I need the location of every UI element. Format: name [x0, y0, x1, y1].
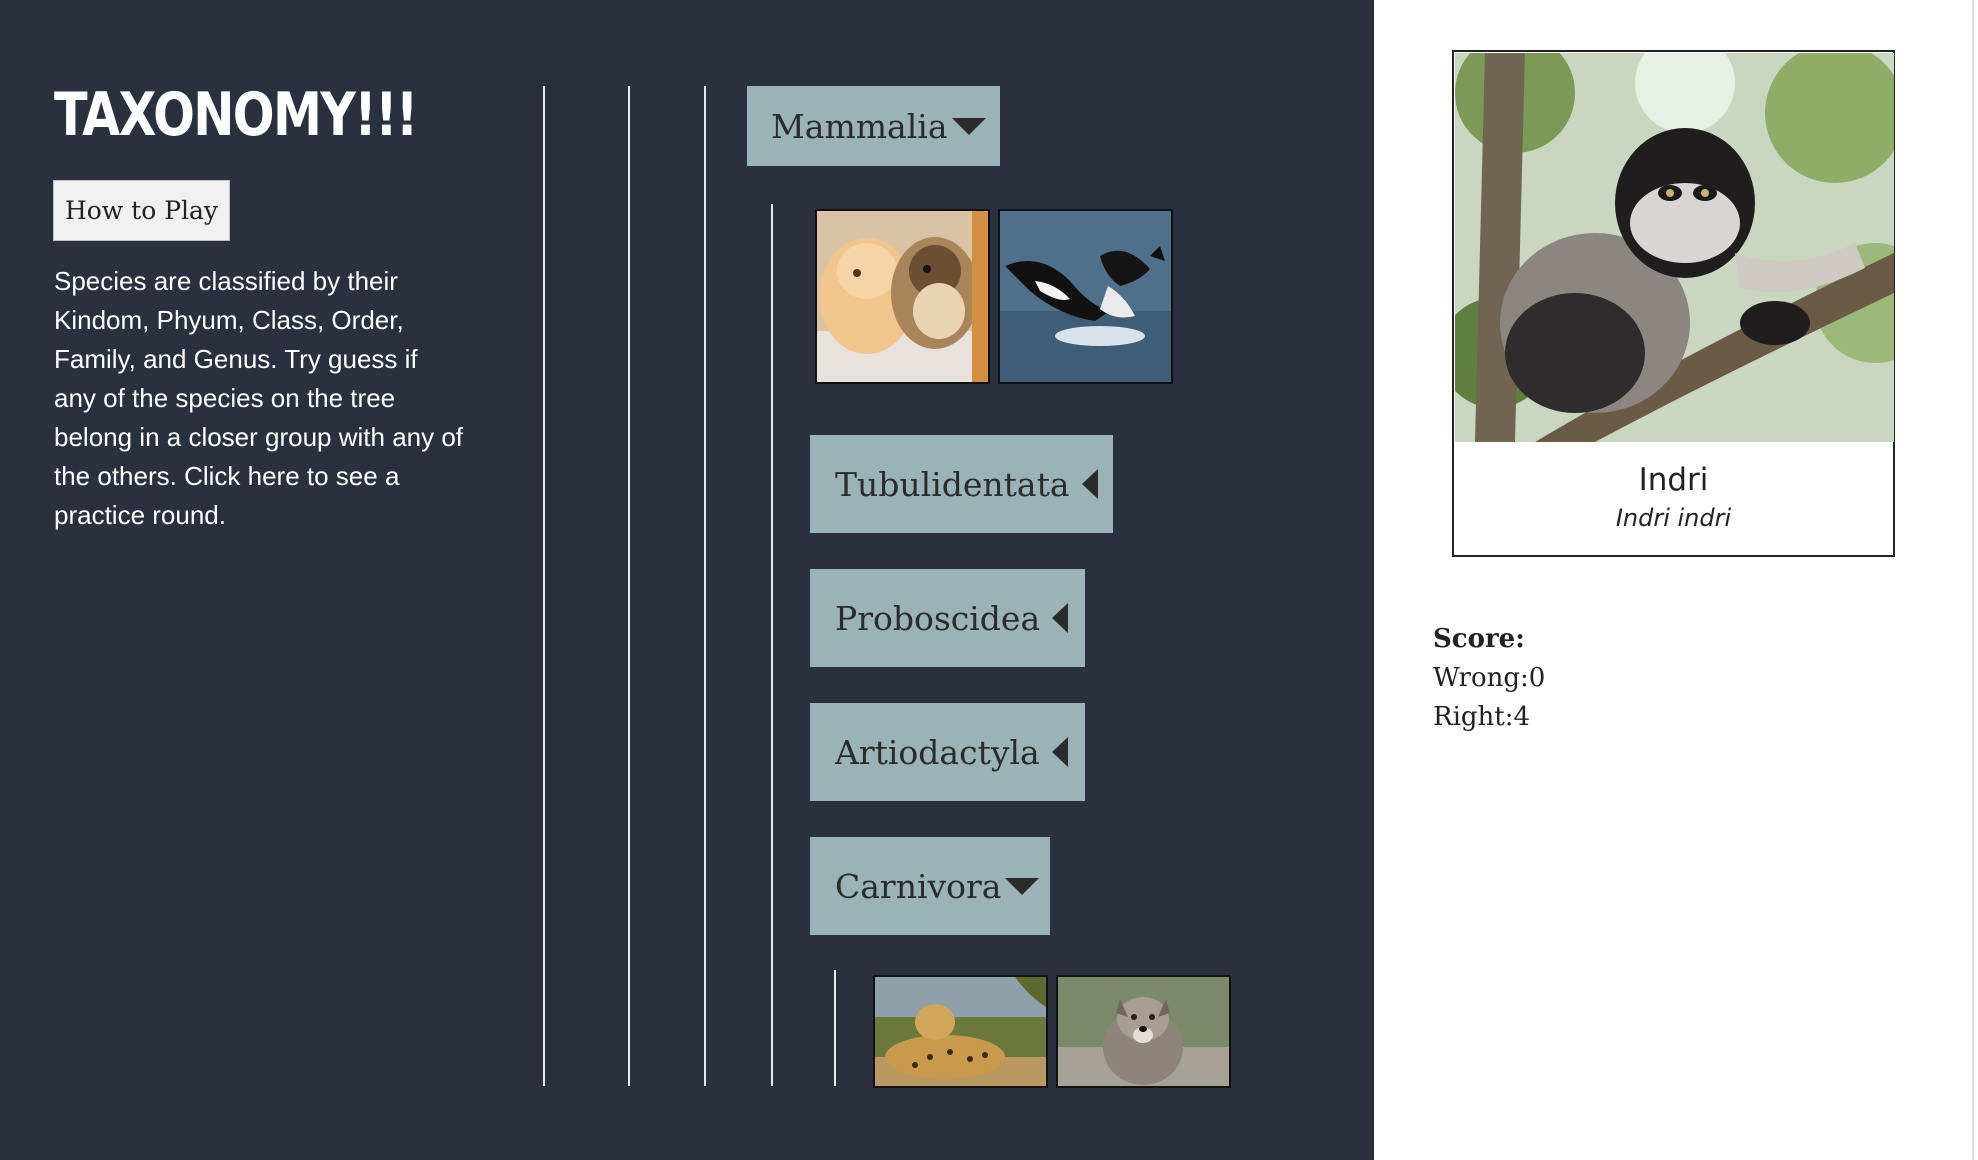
- taxon-label: Mammalia: [771, 106, 948, 146]
- taxon-label: Tubulidentata: [835, 464, 1070, 504]
- taxon-mammalia-button[interactable]: Mammalia: [747, 86, 1000, 166]
- indri-photo-frame: [1455, 53, 1894, 442]
- tree-line-phylum: [628, 86, 630, 1086]
- score-panel: Score: Wrong:0 Right:4: [1433, 620, 1545, 737]
- page-title: TAXONOMY!!!: [54, 80, 418, 150]
- taxon-artiodactyla-button[interactable]: Artiodactyla: [810, 703, 1085, 801]
- caret-left-icon: [1081, 469, 1098, 499]
- game-panel: TAXONOMY!!! How to Play Species are clas…: [0, 0, 1374, 1160]
- score-wrong: Wrong:0: [1433, 663, 1546, 693]
- taxon-proboscidea-button[interactable]: Proboscidea: [810, 569, 1085, 667]
- caret-left-icon: [1052, 603, 1069, 633]
- tree-line-subphylum: [704, 86, 706, 1086]
- instructions-text[interactable]: Species are classified by their Kindom, …: [54, 262, 464, 535]
- caret-down-icon: [951, 117, 986, 135]
- current-species-card[interactable]: Indri Indri indri: [1452, 50, 1895, 557]
- species-common-name: Indri: [1638, 462, 1709, 498]
- score-heading: Score:: [1433, 624, 1525, 654]
- species-thumb-guinea-pigs[interactable]: [815, 209, 990, 384]
- taxon-label: Carnivora: [835, 866, 1002, 906]
- orca-photo: [1000, 211, 1171, 382]
- taxon-label: Artiodactyla: [835, 732, 1040, 772]
- wolf-photo: [1058, 977, 1229, 1086]
- tree-line-kingdom: [543, 86, 545, 1086]
- species-thumb-wolf[interactable]: [1056, 975, 1231, 1088]
- species-thumb-orca[interactable]: [998, 209, 1173, 384]
- species-thumb-leopard[interactable]: [873, 975, 1048, 1088]
- tree-line-class: [771, 204, 773, 1086]
- score-right: Right:4: [1433, 702, 1531, 732]
- window-scrollbar[interactable]: [1972, 0, 1974, 1160]
- caret-down-icon: [1005, 877, 1040, 895]
- tree-line-order: [834, 970, 836, 1086]
- guinea-pigs-photo: [817, 211, 988, 382]
- taxon-carnivora-button[interactable]: Carnivora: [810, 837, 1050, 935]
- taxon-label: Proboscidea: [835, 598, 1041, 638]
- how-to-play-button[interactable]: How to Play: [53, 180, 230, 241]
- caret-left-icon: [1051, 737, 1068, 767]
- taxon-tubulidentata-button[interactable]: Tubulidentata: [810, 435, 1113, 533]
- species-scientific-name: Indri indri: [1615, 504, 1732, 532]
- indri-photo: [1455, 53, 1894, 442]
- leopard-photo: [875, 977, 1046, 1086]
